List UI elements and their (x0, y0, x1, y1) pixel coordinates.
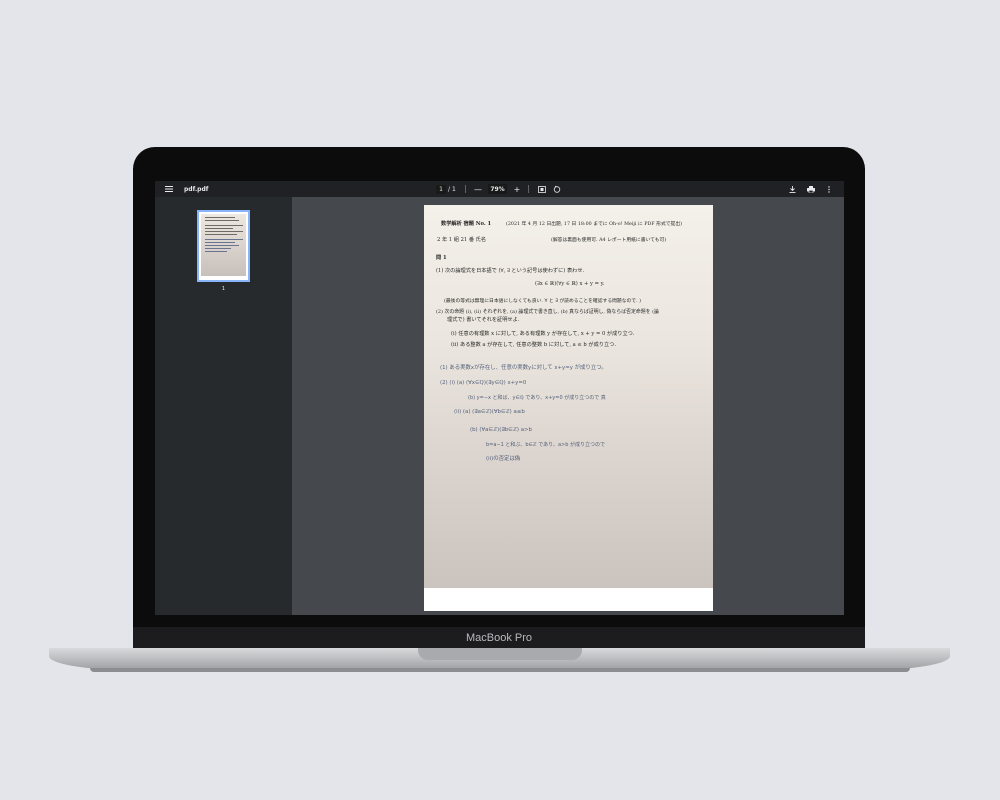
device-brand: MacBook Pro (465, 632, 533, 644)
rotate-icon[interactable] (552, 181, 561, 197)
thumbnail-sidebar: 1 (155, 197, 292, 615)
toolbar-divider (528, 185, 529, 193)
page-separator: / (447, 185, 451, 193)
pdf-viewer-window: pdf.pdf 1 / 1 — 79% + 1 数学解析 宿題 No. 1 (2… (155, 181, 844, 615)
fit-to-page-icon[interactable] (537, 181, 546, 197)
question-2-ii: (ii) ある整数 a が存在して, 任意の整数 b に対して, a ≤ b が… (451, 342, 616, 348)
question-2: (2) 次の命題 (i), (ii) それぞれを, (a) 論理式で書き直し, … (436, 309, 659, 315)
toolbar-divider (465, 185, 466, 193)
laptop-opening-notch (418, 648, 582, 660)
handwritten-answer-6: b=a−1 と和ぶ、b∈ℤ であり、a>b が成り立つので (486, 442, 605, 448)
handwritten-answer-7: (ii)の否定は偽 (486, 456, 521, 462)
handwritten-answer-3: (b) y=−x と和ば、y∈ℚ であり、x+y=0 が成り立つので 真 (468, 395, 606, 401)
page-total: 1 (452, 185, 456, 193)
zoom-level-input[interactable]: 79% (488, 184, 507, 194)
scanned-homework-photo: 数学解析 宿題 No. 1 (2021 年 4 月 12 日出題, 17 日 1… (424, 205, 713, 588)
download-icon[interactable] (788, 181, 796, 197)
document-viewport[interactable]: 数学解析 宿題 No. 1 (2021 年 4 月 12 日出題, 17 日 1… (292, 197, 844, 615)
handwritten-answer-1: (1) ある実数xが存在し、任意の実数yに対して x+y=y が成り立つ。 (440, 365, 607, 371)
handwritten-answer-2: (2) (i) (a) (∀x∈ℚ)(∃y∈ℚ) x+y=0 (440, 380, 527, 386)
question-1: (1) 次の論理式を日本語で (∀, ∃ という記号は使わずに) 表わせ. (436, 268, 585, 274)
thumbnail-page-number: 1 (221, 286, 226, 292)
laptop-base-bottom (90, 668, 910, 672)
page-number-input[interactable]: 1 (436, 184, 446, 194)
answer-note: (解答は裏面も使用可. A4 レポート用紙に書いても可) (551, 238, 667, 243)
pdf-toolbar: pdf.pdf 1 / 1 — 79% + (155, 181, 844, 197)
question-2-cont: 理式で) 書いてそれを証明せよ. (447, 317, 520, 323)
handwritten-answer-4: (ii) (a) (∃a∈ℤ)(∀b∈ℤ) a≤b (454, 409, 525, 415)
print-icon[interactable] (806, 181, 815, 197)
thumbnail-image (201, 214, 246, 276)
homework-deadline: (2021 年 4 月 12 日出題, 17 日 18:00 までに Oh-o!… (506, 222, 683, 227)
document-title: pdf.pdf (184, 185, 209, 193)
page-thumbnail[interactable] (197, 210, 250, 282)
zoom-out-button[interactable]: — (474, 181, 482, 197)
page-indicator: 1 / 1 (434, 181, 458, 197)
question-1-note: (最後の等式は無理に日本語にしなくても良い. ∀ と ∃ が読めることを確認する… (444, 299, 642, 304)
zoom-in-button[interactable]: + (513, 181, 521, 197)
menu-icon[interactable] (165, 181, 174, 197)
question-title: 問 1 (436, 255, 447, 261)
homework-header: 数学解析 宿題 No. 1 (441, 221, 492, 227)
pdf-page: 数学解析 宿題 No. 1 (2021 年 4 月 12 日出題, 17 日 1… (424, 205, 713, 611)
student-info: 2 年 1 組 21 番 氏名 (437, 237, 487, 243)
handwritten-answer-5: (b) (∀a∈ℤ)(∃b∈ℤ) a>b (470, 427, 532, 433)
question-1-formula: (∃x ∈ ℝ)(∀y ∈ ℝ) x + y = y. (535, 281, 605, 287)
question-2-i: (i) 任意の有理数 x に対して, ある有理数 y が存在して, x + y … (451, 331, 635, 337)
more-options-icon[interactable] (826, 181, 831, 197)
